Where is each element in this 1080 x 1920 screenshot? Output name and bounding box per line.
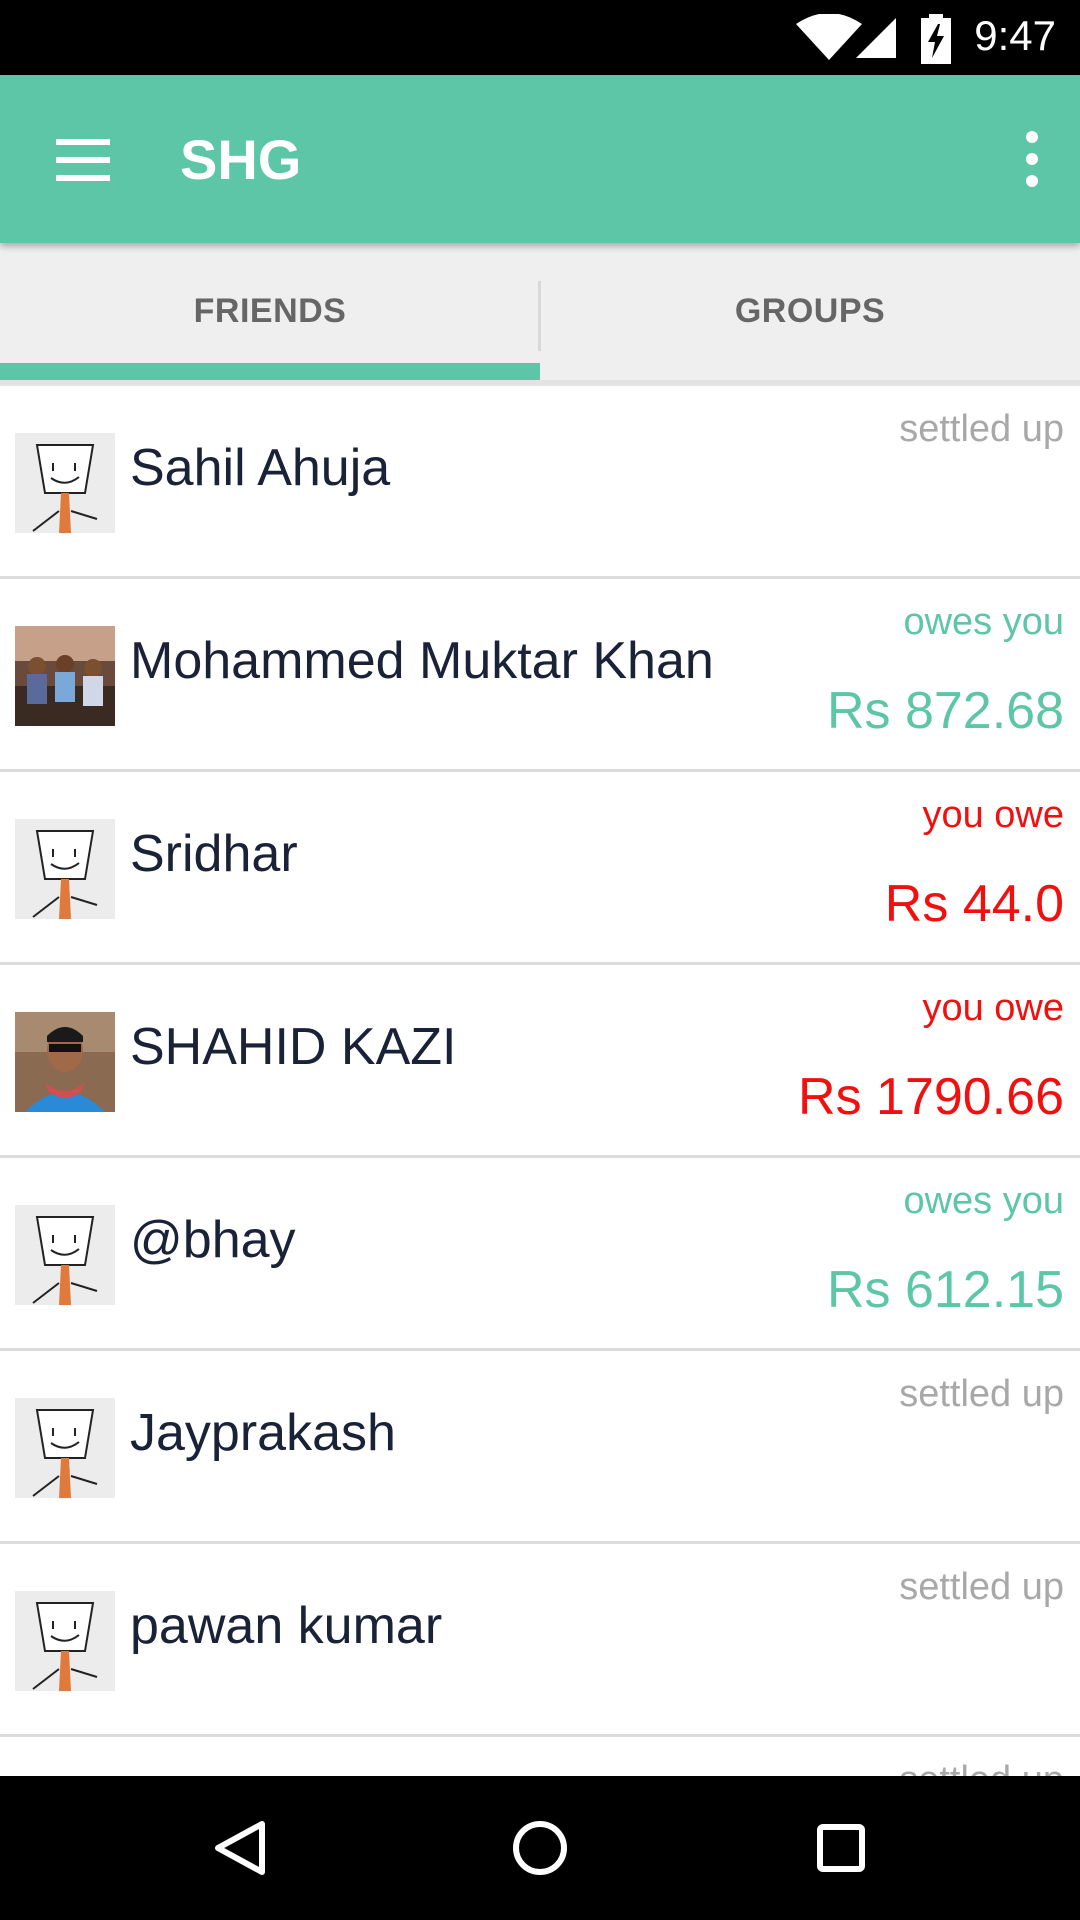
status-bar: 9:47 bbox=[0, 0, 1080, 75]
balance-amount: Rs 44.0 bbox=[884, 875, 1064, 933]
balance-status: you owe bbox=[922, 987, 1064, 1029]
recents-icon[interactable] bbox=[790, 1806, 890, 1890]
battery-charging-icon bbox=[921, 14, 951, 64]
balance-amount: Rs 872.68 bbox=[826, 682, 1064, 740]
tab-groups[interactable]: GROUPS bbox=[540, 243, 1080, 380]
avatar bbox=[15, 626, 115, 726]
menu-icon[interactable] bbox=[40, 125, 124, 195]
default-avatar-icon bbox=[15, 1591, 115, 1691]
friend-name: SHAHID KAZI bbox=[130, 1018, 457, 1076]
back-icon[interactable] bbox=[190, 1806, 290, 1890]
overflow-menu-icon[interactable] bbox=[1000, 121, 1060, 197]
balance-status: owes you bbox=[903, 601, 1064, 643]
tab-friends[interactable]: FRIENDS bbox=[0, 243, 540, 380]
friend-name: Sahil Ahuja bbox=[130, 439, 391, 497]
friend-name: Jayprakash bbox=[130, 1404, 396, 1462]
balance-status: settled up bbox=[899, 1759, 1064, 1776]
friend-row[interactable]: Sahil Ahuja settled up bbox=[0, 386, 1080, 579]
default-avatar-icon bbox=[15, 1398, 115, 1498]
balance-amount: Rs 1790.66 bbox=[798, 1068, 1064, 1126]
avatar bbox=[15, 1012, 115, 1112]
friend-row[interactable]: pawan kumar settled up bbox=[0, 1544, 1080, 1737]
balance-status: settled up bbox=[899, 1566, 1064, 1608]
friend-row[interactable]: Jayprakash settled up bbox=[0, 1351, 1080, 1544]
app-bar: SHG bbox=[0, 75, 1080, 243]
status-time: 9:47 bbox=[974, 12, 1056, 59]
home-icon[interactable] bbox=[490, 1806, 590, 1890]
balance-status: owes you bbox=[903, 1180, 1064, 1222]
balance-amount: Rs 612.15 bbox=[826, 1261, 1064, 1319]
friends-list[interactable]: Sahil Ahuja settled up Mohammed Muktar Kh… bbox=[0, 386, 1080, 1776]
friend-name: Mohammed Muktar Khan bbox=[130, 632, 714, 690]
friend-name: Sridhar bbox=[130, 825, 298, 883]
balance-status: you owe bbox=[922, 794, 1064, 836]
friend-name: pawan kumar bbox=[130, 1597, 443, 1655]
app-title: SHG bbox=[180, 128, 302, 191]
balance-status: settled up bbox=[899, 408, 1064, 450]
default-avatar-icon bbox=[15, 433, 115, 533]
selected-tab-indicator bbox=[0, 363, 540, 380]
friend-row[interactable]: Sridhar you owe Rs 44.0 bbox=[0, 772, 1080, 965]
default-avatar-icon bbox=[15, 1205, 115, 1305]
friend-row[interactable]: Mohammed Muktar Khan owes you Rs 872.68 bbox=[0, 579, 1080, 772]
friend-row[interactable]: SHAHID KAZI you owe Rs 1790.66 bbox=[0, 965, 1080, 1158]
tab-bar: FRIENDS GROUPS bbox=[0, 243, 1080, 386]
default-avatar-icon bbox=[15, 819, 115, 919]
cell-signal-icon bbox=[856, 18, 896, 58]
balance-status: settled up bbox=[899, 1373, 1064, 1415]
friend-name: @bhay bbox=[130, 1211, 296, 1269]
friend-row[interactable]: @bhay owes you Rs 612.15 bbox=[0, 1158, 1080, 1351]
navigation-bar bbox=[0, 1776, 1080, 1920]
friend-row[interactable]: settled up bbox=[0, 1737, 1080, 1776]
